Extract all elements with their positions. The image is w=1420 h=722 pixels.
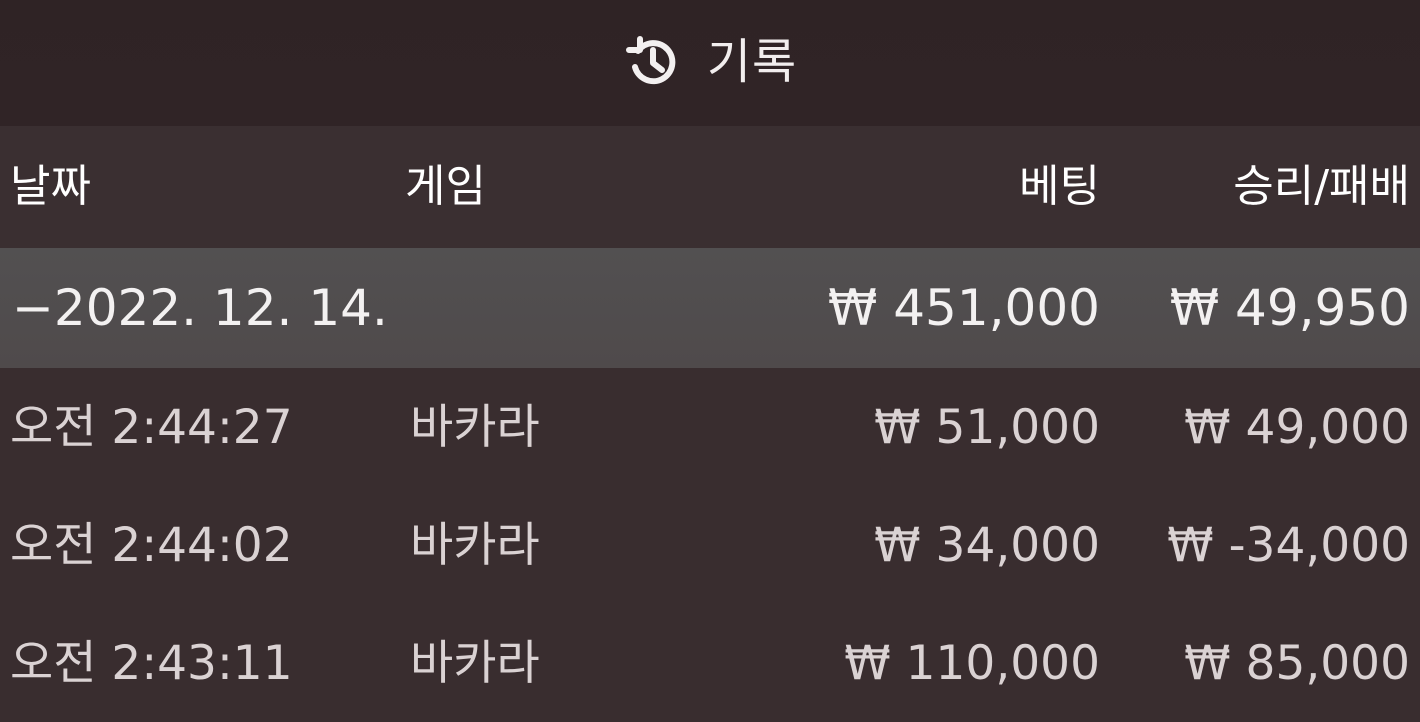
- summary-result-cell: ₩ 49,950: [1100, 248, 1410, 368]
- summary-date-cell: −2022. 12. 14.: [10, 248, 390, 368]
- row-game-cell: 바카라: [405, 486, 655, 604]
- row-date-cell: 오전 2:43:11: [10, 604, 390, 722]
- history-table-header: 날짜 게임 베팅 승리/패배: [0, 126, 1420, 248]
- row-result-cell: ₩ 85,000: [1100, 604, 1410, 722]
- row-bet-cell: ₩ 34,000: [760, 486, 1100, 604]
- column-header-game: 게임: [405, 126, 655, 248]
- history-icon: [623, 32, 683, 92]
- column-header-date-label: 날짜: [10, 161, 91, 212]
- history-header: 기록: [0, 0, 1420, 126]
- row-bet-cell: ₩ 51,000: [760, 368, 1100, 486]
- row-bet: ₩ 110,000: [844, 635, 1100, 691]
- history-screen: 기록 날짜 게임 베팅 승리/패배 −2022. 12. 14. ₩ 451,0…: [0, 0, 1420, 722]
- summary-result-total: ₩ 49,950: [1169, 279, 1410, 337]
- row-date-cell: 오전 2:44:02: [10, 486, 390, 604]
- column-header-game-label: 게임: [405, 161, 486, 212]
- table-row[interactable]: 오전 2:44:27 바카라 ₩ 51,000 ₩ 49,000: [0, 368, 1420, 486]
- row-result-cell: ₩ -34,000: [1100, 486, 1410, 604]
- row-result: ₩ 49,000: [1184, 399, 1410, 455]
- column-header-date: 날짜: [10, 126, 390, 248]
- summary-date: −2022. 12. 14.: [12, 279, 388, 337]
- row-game-cell: 바카라: [405, 604, 655, 722]
- row-time: 오전 2:44:27: [10, 399, 293, 455]
- row-bet-cell: ₩ 110,000: [760, 604, 1100, 722]
- row-time: 오전 2:44:02: [10, 517, 293, 573]
- row-result: ₩ -34,000: [1167, 517, 1410, 573]
- row-time: 오전 2:43:11: [10, 635, 293, 691]
- column-header-bet: 베팅: [760, 126, 1100, 248]
- summary-bet-total: ₩ 451,000: [827, 279, 1100, 337]
- column-header-result: 승리/패배: [1100, 126, 1410, 248]
- page-title: 기록: [706, 34, 798, 90]
- row-game: 바카라: [410, 399, 540, 455]
- table-row[interactable]: 오전 2:43:11 바카라 ₩ 110,000 ₩ 85,000: [0, 604, 1420, 722]
- row-bet: ₩ 34,000: [874, 517, 1100, 573]
- date-summary-row[interactable]: −2022. 12. 14. ₩ 451,000 ₩ 49,950: [0, 248, 1420, 368]
- row-bet: ₩ 51,000: [874, 399, 1100, 455]
- summary-bet-cell: ₩ 451,000: [760, 248, 1100, 368]
- column-header-result-label: 승리/패배: [1233, 161, 1410, 212]
- row-result: ₩ 85,000: [1184, 635, 1410, 691]
- column-header-bet-label: 베팅: [1019, 161, 1100, 212]
- table-row[interactable]: 오전 2:44:02 바카라 ₩ 34,000 ₩ -34,000: [0, 486, 1420, 604]
- row-game-cell: 바카라: [405, 368, 655, 486]
- row-result-cell: ₩ 49,000: [1100, 368, 1410, 486]
- row-game: 바카라: [410, 517, 540, 573]
- row-date-cell: 오전 2:44:27: [10, 368, 390, 486]
- row-game: 바카라: [410, 635, 540, 691]
